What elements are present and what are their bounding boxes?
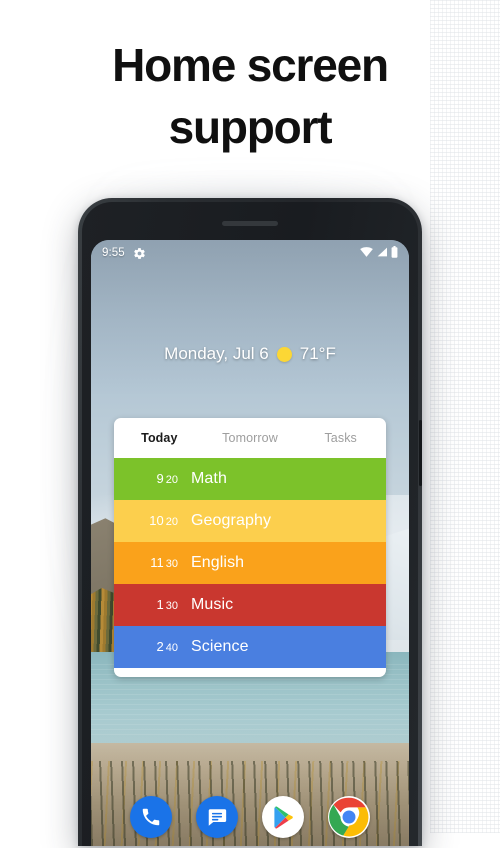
class-row-time: 1 30: [128, 584, 178, 627]
class-row-title: Music: [191, 596, 234, 613]
class-row-minute: 40: [165, 642, 178, 654]
battery-icon: [391, 245, 398, 261]
class-list: 9 20 Math 10 20 Geography 11 30 English 1 30 Music 2…: [114, 458, 386, 668]
chrome-app-icon[interactable]: [328, 796, 370, 838]
class-row-minute: 20: [165, 474, 178, 486]
status-bar-icons: [360, 245, 398, 261]
page-title: Home screen support: [112, 39, 389, 153]
wifi-icon: [360, 246, 373, 260]
widget-tab-bar: Today Tomorrow Tasks: [114, 418, 386, 458]
class-row-hour: 9: [156, 471, 164, 486]
earpiece-speaker: [222, 221, 278, 226]
class-row-time: 9 20: [128, 458, 178, 501]
gear-icon: [133, 247, 146, 260]
cell-signal-icon: [376, 247, 388, 260]
tab-tomorrow[interactable]: Tomorrow: [205, 431, 296, 445]
class-row-time: 2 40: [128, 626, 178, 669]
temperature-label: 71°F: [299, 344, 336, 363]
date-weather-widget[interactable]: Monday, Jul 6 71°F: [91, 344, 409, 364]
tab-tasks[interactable]: Tasks: [295, 431, 386, 445]
phone-screen: 9:55 Monday, Jul 6 71°F Today Tomorrow T…: [91, 240, 409, 846]
class-row[interactable]: 2 40 Science: [114, 626, 386, 668]
class-row-hour: 10: [149, 513, 164, 528]
class-row[interactable]: 11 30 English: [114, 542, 386, 584]
class-row-title: English: [191, 554, 245, 571]
app-dock: [91, 796, 409, 838]
class-row-minute: 30: [165, 600, 178, 612]
class-row-hour: 11: [150, 555, 164, 570]
power-button[interactable]: [419, 420, 422, 486]
play-store-app-icon[interactable]: [262, 796, 304, 838]
class-row-hour: 1: [156, 597, 164, 612]
phone-app-icon[interactable]: [130, 796, 172, 838]
date-label: Monday, Jul 6: [164, 344, 269, 363]
status-bar-clock: 9:55: [102, 247, 125, 259]
messages-app-icon[interactable]: [196, 796, 238, 838]
class-row-minute: 30: [165, 558, 178, 570]
class-row-minute: 20: [165, 516, 178, 528]
status-bar: 9:55: [91, 240, 409, 266]
class-row-time: 11 30: [128, 542, 178, 585]
class-row-title: Geography: [191, 512, 272, 529]
class-row-title: Science: [191, 638, 249, 655]
tab-today[interactable]: Today: [114, 431, 205, 445]
class-row-hour: 2: [156, 639, 164, 654]
class-row-time: 10 20: [128, 500, 178, 543]
class-row[interactable]: 10 20 Geography: [114, 500, 386, 542]
class-row[interactable]: 1 30 Music: [114, 584, 386, 626]
schedule-widget: Today Tomorrow Tasks 9 20 Math 10 20 Geograph…: [114, 418, 386, 677]
class-row[interactable]: 9 20 Math: [114, 458, 386, 500]
sun-icon: [276, 346, 292, 362]
class-row-title: Math: [191, 470, 227, 487]
phone-device-mockup: 9:55 Monday, Jul 6 71°F Today Tomorrow T…: [78, 198, 422, 846]
